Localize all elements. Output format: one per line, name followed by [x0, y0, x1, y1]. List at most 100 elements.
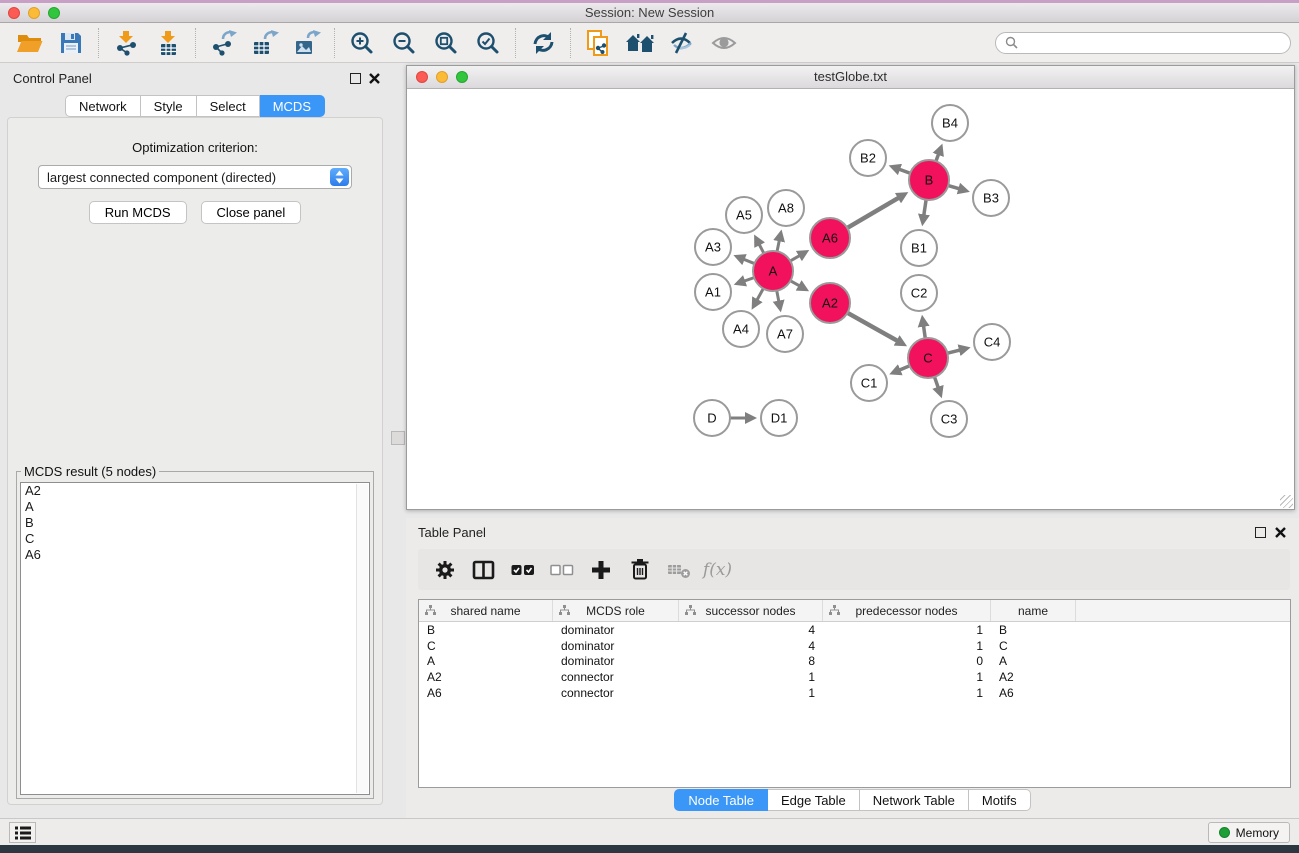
export-table-button[interactable]	[244, 26, 286, 60]
app-titlebar[interactable]: Session: New Session	[0, 3, 1299, 23]
table-tab-network-table[interactable]: Network Table	[860, 789, 969, 811]
show-columns-button[interactable]	[465, 552, 502, 588]
import-table-button[interactable]	[147, 26, 189, 60]
split-handle[interactable]	[391, 431, 405, 445]
zoom-out-button[interactable]	[383, 26, 425, 60]
run-mcds-button[interactable]: Run MCDS	[89, 201, 187, 224]
graph-node-C2[interactable]: C2	[901, 275, 937, 311]
table-row[interactable]: Cdominator41C	[419, 638, 1290, 654]
edge-A-A7[interactable]	[777, 291, 779, 304]
graph-node-A3[interactable]: A3	[695, 229, 731, 265]
graph-node-C3[interactable]: C3	[931, 401, 967, 437]
graph-node-C[interactable]: C	[908, 338, 948, 378]
network-maximize-button[interactable]	[456, 71, 468, 83]
select-all-rows-button[interactable]	[504, 552, 541, 588]
search-box[interactable]	[995, 32, 1291, 54]
table-cell[interactable]: 1	[823, 639, 991, 653]
edge-C-C4[interactable]	[947, 350, 962, 354]
graph-node-D[interactable]: D	[694, 400, 730, 436]
table-cell[interactable]: A	[991, 654, 1076, 668]
graph-node-B[interactable]: B	[909, 160, 949, 200]
tab-mcds[interactable]: MCDS	[260, 95, 325, 117]
table-tab-edge-table[interactable]: Edge Table	[768, 789, 860, 811]
maximize-window-button[interactable]	[48, 7, 60, 19]
table-cell[interactable]: dominator	[553, 623, 679, 637]
zoom-selected-button[interactable]	[467, 26, 509, 60]
graph-node-C4[interactable]: C4	[974, 324, 1010, 360]
edge-C-C1[interactable]	[898, 366, 910, 371]
result-list-scrollbar[interactable]	[356, 484, 368, 793]
table-cell[interactable]: 8	[679, 654, 823, 668]
column-header-predecessor-nodes[interactable]: predecessor nodes	[823, 600, 991, 621]
edge-A6-B[interactable]	[847, 197, 900, 228]
show-view-button[interactable]	[703, 26, 745, 60]
table-cell[interactable]: 4	[679, 623, 823, 637]
table-cell[interactable]: 0	[823, 654, 991, 668]
table-cell[interactable]: 1	[679, 686, 823, 700]
table-cell[interactable]: A6	[991, 686, 1076, 700]
column-header-mcds-role[interactable]: MCDS role	[553, 600, 679, 621]
graph-node-B3[interactable]: B3	[973, 180, 1009, 216]
criterion-dropdown[interactable]: largest connected component (directed)	[38, 165, 352, 189]
task-history-button[interactable]	[9, 822, 36, 843]
export-network-button[interactable]	[202, 26, 244, 60]
table-cell[interactable]: B	[991, 623, 1076, 637]
table-cell[interactable]: 1	[823, 670, 991, 684]
edge-B-B1[interactable]	[924, 200, 927, 218]
open-file-button[interactable]	[8, 26, 50, 60]
table-cell[interactable]: dominator	[553, 654, 679, 668]
result-item[interactable]: A6	[21, 547, 369, 563]
node-table[interactable]: shared nameMCDS rolesuccessor nodesprede…	[418, 599, 1291, 788]
memory-button[interactable]: Memory	[1208, 822, 1290, 843]
network-canvas[interactable]: AA1A2A3A4A5A6A7A8BB1B2B3B4CC1C2C3C4DD1	[407, 89, 1294, 509]
panel-split-divider[interactable]	[390, 63, 406, 818]
edge-A-A1[interactable]	[742, 278, 754, 282]
tab-network[interactable]: Network	[65, 95, 141, 117]
edge-B-B4[interactable]	[936, 152, 939, 161]
table-cell[interactable]: A6	[419, 686, 553, 700]
graph-node-B2[interactable]: B2	[850, 140, 886, 176]
resize-grip[interactable]	[1280, 495, 1293, 508]
table-cell[interactable]: A	[419, 654, 553, 668]
deselect-all-rows-button[interactable]	[543, 552, 580, 588]
table-cell[interactable]: 1	[823, 623, 991, 637]
graph-node-A7[interactable]: A7	[767, 316, 803, 352]
graph-node-D1[interactable]: D1	[761, 400, 797, 436]
edge-A-A2[interactable]	[790, 281, 801, 287]
table-tab-motifs[interactable]: Motifs	[969, 789, 1031, 811]
column-header-shared-name[interactable]: shared name	[419, 600, 553, 621]
graph-node-A5[interactable]: A5	[726, 197, 762, 233]
edge-A2-C[interactable]	[847, 313, 899, 342]
edge-C-C3[interactable]	[935, 377, 939, 390]
graph-node-A[interactable]: A	[753, 251, 793, 291]
graph-node-A2[interactable]: A2	[810, 283, 850, 323]
mcds-result-list[interactable]: A2ABCA6	[20, 482, 370, 795]
network-home-button[interactable]	[619, 26, 661, 60]
table-cell[interactable]: 1	[679, 670, 823, 684]
result-item[interactable]: A	[21, 499, 369, 515]
table-cell[interactable]: C	[991, 639, 1076, 653]
minimize-window-button[interactable]	[28, 7, 40, 19]
graph-node-A8[interactable]: A8	[768, 190, 804, 226]
edge-B-B3[interactable]	[948, 186, 961, 190]
clone-network-button[interactable]	[577, 26, 619, 60]
close-window-button[interactable]	[8, 7, 20, 19]
column-header-successor-nodes[interactable]: successor nodes	[679, 600, 823, 621]
graph-node-B1[interactable]: B1	[901, 230, 937, 266]
delete-table-button[interactable]	[660, 552, 697, 588]
table-cell[interactable]: 1	[823, 686, 991, 700]
delete-column-button[interactable]	[621, 552, 658, 588]
control-panel-float-button[interactable]	[350, 73, 361, 84]
edge-C-C2[interactable]	[923, 324, 925, 338]
edge-A-A5[interactable]	[758, 243, 764, 254]
tab-style[interactable]: Style	[141, 95, 197, 117]
table-cell[interactable]: A2	[419, 670, 553, 684]
table-row[interactable]: A2connector11A2	[419, 669, 1290, 685]
edge-A-A8[interactable]	[777, 238, 780, 251]
search-input[interactable]	[1023, 35, 1281, 51]
table-cell[interactable]: 4	[679, 639, 823, 653]
network-minimize-button[interactable]	[436, 71, 448, 83]
table-settings-button[interactable]	[426, 552, 463, 588]
graphics-details-button[interactable]	[661, 26, 703, 60]
result-item[interactable]: A2	[21, 483, 369, 499]
